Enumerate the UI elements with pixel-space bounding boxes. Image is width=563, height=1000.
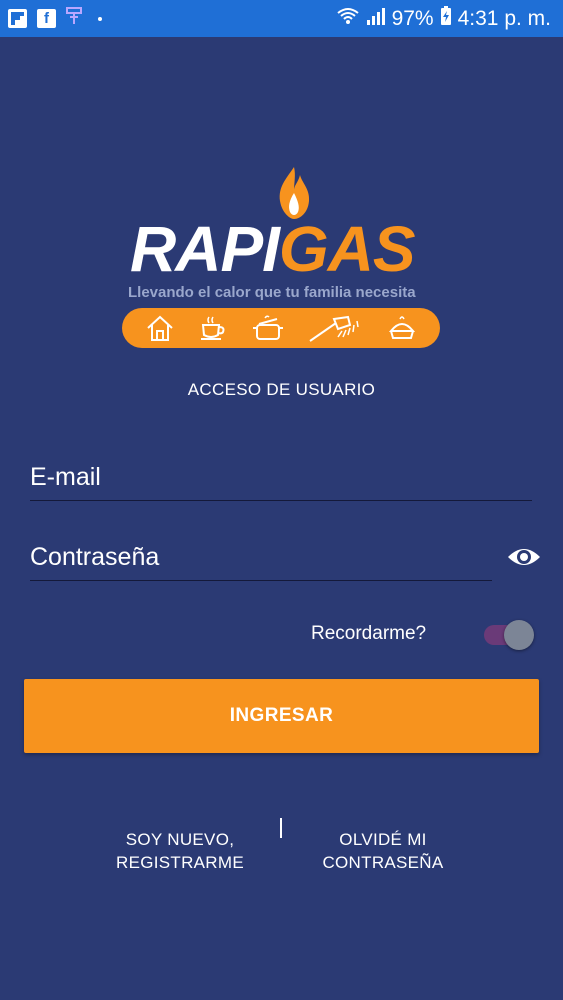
pie-icon (387, 313, 417, 343)
notification-icons: f (8, 7, 102, 30)
password-field[interactable] (30, 543, 492, 581)
signal-icon (366, 7, 386, 31)
clock: 4:31 p. m. (457, 6, 551, 30)
house-icon (145, 313, 175, 343)
facebook-icon: f (37, 9, 56, 28)
logo-icon-bar (122, 308, 440, 348)
rapigas-logo: RAPIGAS Llevando el calor que tu familia… (118, 160, 448, 355)
notification-badge-icon (66, 7, 82, 30)
flipboard-icon (8, 9, 27, 28)
logo-tagline: Llevando el calor que tu familia necesit… (128, 284, 416, 301)
email-field[interactable] (30, 463, 532, 501)
register-link[interactable]: SOY NUEVO, REGISTRARME (110, 828, 250, 874)
remember-me-label: Recordarme? (311, 623, 427, 644)
wifi-icon (336, 7, 360, 31)
cooking-pot-icon (251, 313, 285, 343)
remember-me-toggle[interactable] (482, 620, 534, 650)
shower-icon (308, 313, 364, 343)
status-bar: f 97% 4:31 p. m. (0, 0, 563, 37)
forgot-link-line1: OLVIDÉ MI (339, 830, 427, 849)
battery-charging-icon (440, 5, 452, 32)
register-link-line2: REGISTRARME (116, 853, 244, 872)
login-title: ACCESO DE USUARIO (187, 380, 376, 399)
login-button[interactable]: INGRESAR (24, 679, 539, 753)
brand-name-part1: RAPI (130, 213, 280, 285)
toggle-thumb (504, 620, 534, 650)
forgot-link-line2: CONTRASEÑA (322, 853, 444, 872)
show-password-eye-icon[interactable] (507, 545, 541, 574)
system-status: 97% 4:31 p. m. (336, 5, 551, 32)
more-notifications-dot (98, 16, 102, 21)
register-link-line1: SOY NUEVO, (125, 830, 235, 849)
forgot-password-link[interactable]: OLVIDÉ MI CONTRASEÑA (312, 828, 454, 874)
brand-name-part2: GAS (278, 213, 416, 285)
battery-percent: 97% (391, 6, 434, 30)
coffee-cup-icon (198, 313, 228, 343)
link-divider (280, 818, 282, 838)
brand-name: RAPIGAS (130, 212, 416, 286)
